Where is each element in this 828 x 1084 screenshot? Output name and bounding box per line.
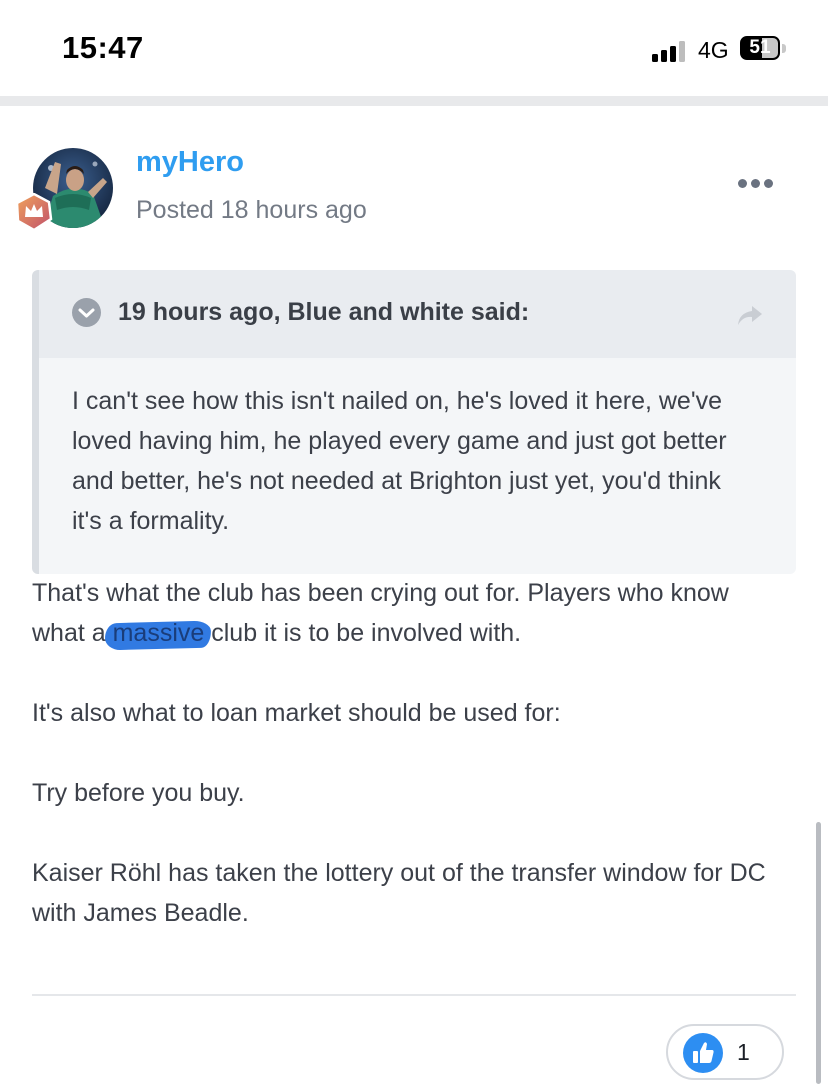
cellular-signal-icon [652, 40, 690, 62]
top-divider [0, 96, 828, 106]
highlighted-word: massive [112, 619, 205, 647]
post-divider [32, 994, 796, 996]
quote-line: it's a formality. [72, 507, 230, 535]
post-paragraph-4: Kaiser Röhl has taken the lottery out of… [32, 853, 802, 933]
network-type: 4G [698, 37, 729, 63]
post-text: Kaiser Röhl has taken the lottery out of… [32, 859, 766, 887]
post-paragraph-1: That's what the club has been crying out… [32, 573, 802, 653]
quote-line: and better, he's not needed at Brighton … [72, 467, 721, 495]
text-highlight[interactable]: massive [113, 619, 205, 647]
crown-badge-icon [15, 192, 53, 232]
post-text: club it is to be involved with. [204, 619, 522, 647]
post-text: what a [32, 619, 113, 647]
post-paragraph-2: It's also what to loan market should be … [32, 699, 561, 727]
author-name[interactable]: myHero [136, 146, 244, 179]
chevron-down-icon[interactable] [72, 298, 101, 327]
share-arrow-icon[interactable] [734, 303, 766, 329]
status-bar: 15:47 4G 51 [0, 0, 828, 96]
post-text: That's what the club has been crying out… [32, 579, 729, 607]
quote-line: loved having him, he played every game a… [72, 427, 727, 455]
scrollbar[interactable] [816, 822, 821, 1084]
quote-text: I can't see how this isn't nailed on, he… [72, 381, 772, 541]
status-time: 15:47 [62, 30, 144, 65]
quote-line: I can't see how this isn't nailed on, he… [72, 387, 723, 415]
more-options-icon[interactable] [736, 176, 776, 190]
post-text: with James Beadle. [32, 899, 249, 927]
thumbs-up-icon[interactable] [683, 1033, 723, 1073]
battery-percent: 51 [749, 37, 771, 58]
battery-icon: 51 [740, 36, 786, 62]
quote-citation: 19 hours ago, Blue and white said: [118, 298, 530, 326]
post-paragraph-3: Try before you buy. [32, 779, 245, 807]
post-timestamp[interactable]: Posted 18 hours ago [136, 196, 367, 225]
like-count: 1 [737, 1039, 750, 1065]
